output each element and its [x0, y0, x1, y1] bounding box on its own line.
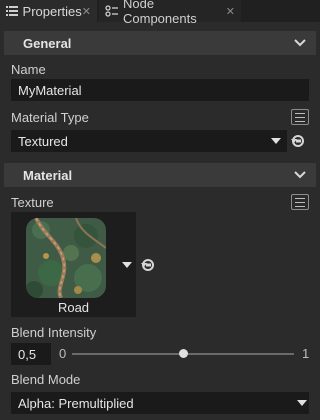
list-icon	[6, 4, 19, 18]
texture-picker[interactable]: Road	[11, 212, 136, 317]
tab-properties[interactable]: Properties ✕	[0, 0, 97, 22]
section-general-header[interactable]: General	[4, 31, 316, 55]
texture-browse-button[interactable]	[291, 194, 309, 210]
components-icon	[105, 4, 119, 18]
reset-icon[interactable]	[141, 258, 155, 272]
blend-intensity-label: Blend Intensity	[11, 325, 97, 340]
texture-thumbnail	[26, 218, 106, 298]
section-material-header[interactable]: Material	[4, 163, 316, 187]
slider-handle[interactable]	[178, 349, 188, 358]
slider-min-label: 0	[59, 346, 67, 361]
blend-mode-dropdown[interactable]: Alpha: Premultiplied	[11, 392, 309, 414]
tab-properties-label: Properties	[22, 3, 82, 19]
material-type-label: Material Type	[11, 110, 89, 125]
chevron-down-icon	[294, 39, 306, 47]
close-icon[interactable]: ✕	[82, 5, 91, 18]
texture-name: Road	[57, 300, 90, 315]
blend-mode-label: Blend Mode	[11, 372, 81, 387]
texture-dropdown-arrow-icon[interactable]	[122, 262, 132, 268]
name-field[interactable]: MyMaterial	[11, 79, 309, 101]
dropdown-arrow-icon[interactable]	[297, 400, 307, 406]
blend-mode-value: Alpha: Premultiplied	[18, 395, 134, 411]
tab-node-components[interactable]: Node Components ✕	[99, 0, 241, 26]
close-icon[interactable]: ✕	[226, 5, 235, 18]
tab-node-components-label: Node Components	[123, 0, 197, 26]
blend-intensity-input[interactable]: 0,5	[11, 343, 51, 365]
section-general-title: General	[23, 35, 72, 51]
chevron-down-icon	[294, 171, 306, 179]
dropdown-arrow-icon[interactable]	[271, 138, 281, 144]
slider-max-label: 1	[302, 346, 310, 361]
tab-bar: Properties ✕ Node Components ✕	[0, 0, 320, 26]
reset-icon[interactable]	[291, 134, 305, 148]
material-type-value: Textured	[18, 133, 68, 149]
section-material-title: Material	[23, 167, 73, 183]
name-label: Name	[11, 62, 46, 77]
material-type-browse-button[interactable]	[291, 109, 309, 125]
material-type-dropdown[interactable]: Textured	[11, 130, 287, 152]
texture-label: Texture	[11, 195, 54, 210]
